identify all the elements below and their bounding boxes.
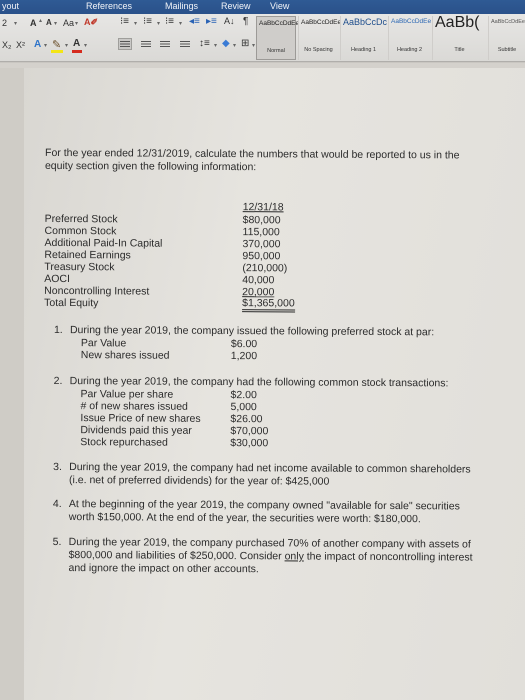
equity-value: (210,000) [242, 262, 288, 275]
equity-label: AOCI [44, 272, 70, 286]
equity-value: 115,000 [242, 226, 280, 239]
item-text-part: the impact of noncontrolling interest [303, 550, 473, 564]
item-row-value: $30,000 [230, 437, 269, 450]
item-text: At the beginning of the year 2019, the c… [68, 498, 460, 513]
intro-line-1: For the year ended 12/31/2019, calculate… [45, 146, 460, 162]
item-row-label: Par Value per share [80, 388, 174, 401]
item-number: 2. [53, 374, 63, 388]
equity-value: 950,000 [242, 250, 281, 263]
equity-label: Noncontrolling Interest [44, 284, 150, 298]
item-text: During the year 2019, the company issued… [69, 324, 435, 339]
item-number: 5. [52, 535, 62, 549]
equity-label: Common Stock [44, 224, 117, 238]
item-text-part: $800,000 and liabilities of $250,000. Co… [68, 549, 285, 563]
item-row-label: New shares issued [80, 349, 170, 362]
equity-label: Retained Earnings [44, 248, 131, 262]
document-content: For the year ended 12/31/2019, calculate… [0, 0, 525, 700]
item-text: and ignore the impact on other accounts. [68, 562, 259, 576]
item-number: 4. [52, 497, 62, 511]
equity-value: $80,000 [242, 214, 281, 227]
item-number: 3. [53, 460, 62, 474]
item-text-emphasis: only [284, 550, 304, 563]
equity-value: 40,000 [242, 274, 275, 287]
item-row-value: 5,000 [230, 401, 257, 414]
item-row-value: 1,200 [230, 350, 258, 363]
item-row-label: Dividends paid this year [80, 424, 192, 437]
equity-value: 370,000 [242, 238, 281, 251]
equity-header: 12/31/18 [242, 201, 284, 214]
item-row-value: $70,000 [230, 425, 269, 438]
equity-label: Treasury Stock [44, 260, 115, 274]
item-text: During the year 2019, the company had ne… [69, 461, 471, 476]
item-text: $800,000 and liabilities of $250,000. Co… [69, 549, 473, 563]
item-row-label: Par Value [80, 337, 127, 350]
item-number: 1. [53, 323, 63, 337]
item-text: (i.e. net of preferred dividends) for th… [69, 474, 330, 488]
item-row-label: Issue Price of new shares [80, 412, 201, 425]
item-row-value: $6.00 [230, 338, 258, 351]
item-text: worth $150,000. At the end of the year, … [68, 511, 421, 526]
equity-total-value: $1,365,000 [242, 297, 295, 313]
equity-label: Preferred Stock [44, 212, 118, 226]
item-text: During the year 2019, the company purcha… [68, 536, 471, 551]
item-text: During the year 2019, the company had th… [69, 375, 449, 390]
item-row-value: $2.00 [230, 389, 257, 402]
equity-label: Additional Paid-In Capital [44, 236, 163, 250]
item-row-value: $26.00 [230, 413, 263, 426]
intro-line-2: equity section given the following infor… [44, 159, 257, 174]
item-row-label: Stock repurchased [80, 436, 168, 449]
equity-label: Total Equity [44, 296, 99, 310]
item-row-label: # of new shares issued [80, 400, 188, 413]
